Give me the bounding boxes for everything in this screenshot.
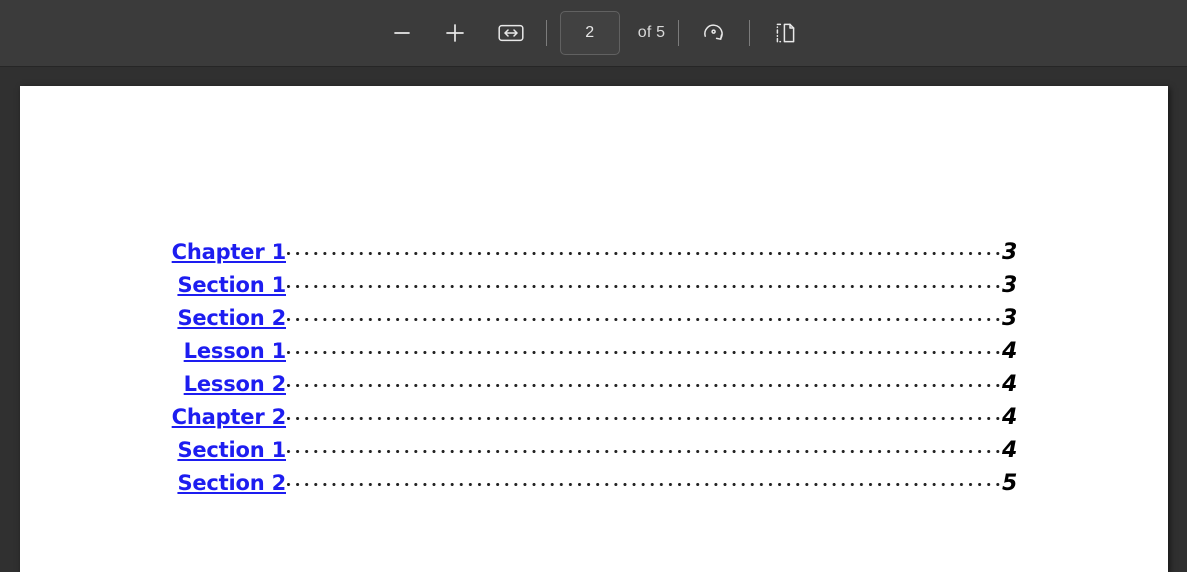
toolbar-separator-3: [749, 20, 751, 46]
toolbar-controls: of 5: [380, 11, 808, 55]
toc-entry[interactable]: Section 2 3: [20, 304, 1024, 337]
toc-dot-leader: [287, 271, 1001, 292]
toc-dot-leader: [287, 469, 1001, 490]
toc-page-number: 4: [1002, 438, 1017, 463]
pdf-toolbar: of 5: [0, 0, 1187, 67]
toc-page-number: 4: [1002, 405, 1017, 430]
minus-icon: [391, 22, 413, 44]
toc-page-number: 3: [1002, 240, 1017, 265]
toc-entry[interactable]: Lesson 2 4: [20, 370, 1024, 403]
toc-page-number: 4: [1002, 339, 1017, 364]
document-scroll-area[interactable]: Chapter 1 3 Section 1 3 Section 2 3 Less…: [0, 67, 1187, 572]
toc-page-number: 3: [1002, 306, 1017, 331]
toc-page-number: 4: [1002, 372, 1017, 397]
toc-entry[interactable]: Section 1 4: [20, 436, 1024, 469]
fit-width-icon: [498, 23, 524, 43]
toc-entry[interactable]: Section 1 3: [20, 271, 1024, 304]
pdf-viewer: of 5: [0, 0, 1187, 572]
toc-label-cell: Chapter 2: [20, 405, 287, 429]
toc-entry[interactable]: Section 2 5: [20, 469, 1024, 502]
fit-to-width-button[interactable]: [489, 14, 533, 52]
toc-label-cell: Section 2: [20, 471, 286, 495]
table-of-contents: Chapter 1 3 Section 1 3 Section 2 3 Less…: [20, 86, 1168, 502]
zoom-in-button[interactable]: [433, 14, 477, 52]
toc-dot-leader: [287, 436, 1001, 457]
toc-label-cell: Lesson 1: [20, 339, 287, 363]
pdf-page: Chapter 1 3 Section 1 3 Section 2 3 Less…: [20, 86, 1168, 572]
document-page-icon: [772, 20, 798, 46]
toc-link[interactable]: Section 2: [177, 471, 286, 495]
toc-entry[interactable]: Chapter 2 4: [20, 403, 1024, 436]
toc-label-cell: Section 1: [20, 438, 286, 462]
toc-page-number: 3: [1002, 273, 1017, 298]
toc-label-cell: Section 1: [20, 273, 286, 297]
toc-dot-leader: [287, 238, 1001, 259]
toc-dot-leader: [287, 304, 1001, 325]
toolbar-separator-2: [678, 20, 680, 46]
toc-label-cell: Chapter 1: [20, 240, 287, 264]
zoom-out-button[interactable]: [380, 14, 424, 52]
rotate-clockwise-button[interactable]: [692, 14, 736, 52]
toc-link[interactable]: Section 1: [177, 273, 286, 297]
toc-link[interactable]: Chapter 2: [172, 405, 287, 429]
toolbar-separator-1: [545, 20, 547, 46]
page-count-label: of 5: [637, 24, 666, 41]
toc-dot-leader: [287, 337, 1001, 358]
toc-dot-leader: [287, 403, 1001, 424]
page-view-button[interactable]: [763, 14, 807, 52]
toc-link[interactable]: Chapter 1: [172, 240, 287, 264]
page-number-input[interactable]: [559, 11, 620, 55]
toc-label-cell: Lesson 2: [20, 372, 287, 396]
toc-page-number: 5: [1002, 471, 1017, 496]
toc-link[interactable]: Lesson 1: [184, 339, 287, 363]
toc-link[interactable]: Section 1: [177, 438, 286, 462]
toc-entry[interactable]: Lesson 1 4: [20, 337, 1024, 370]
toc-link[interactable]: Section 2: [177, 306, 286, 330]
toc-entry[interactable]: Chapter 1 3: [20, 238, 1024, 271]
plus-icon: [443, 21, 467, 45]
rotate-clockwise-icon: [701, 20, 727, 46]
toc-link[interactable]: Lesson 2: [184, 372, 287, 396]
toc-label-cell: Section 2: [20, 306, 286, 330]
toc-dot-leader: [287, 370, 1001, 391]
